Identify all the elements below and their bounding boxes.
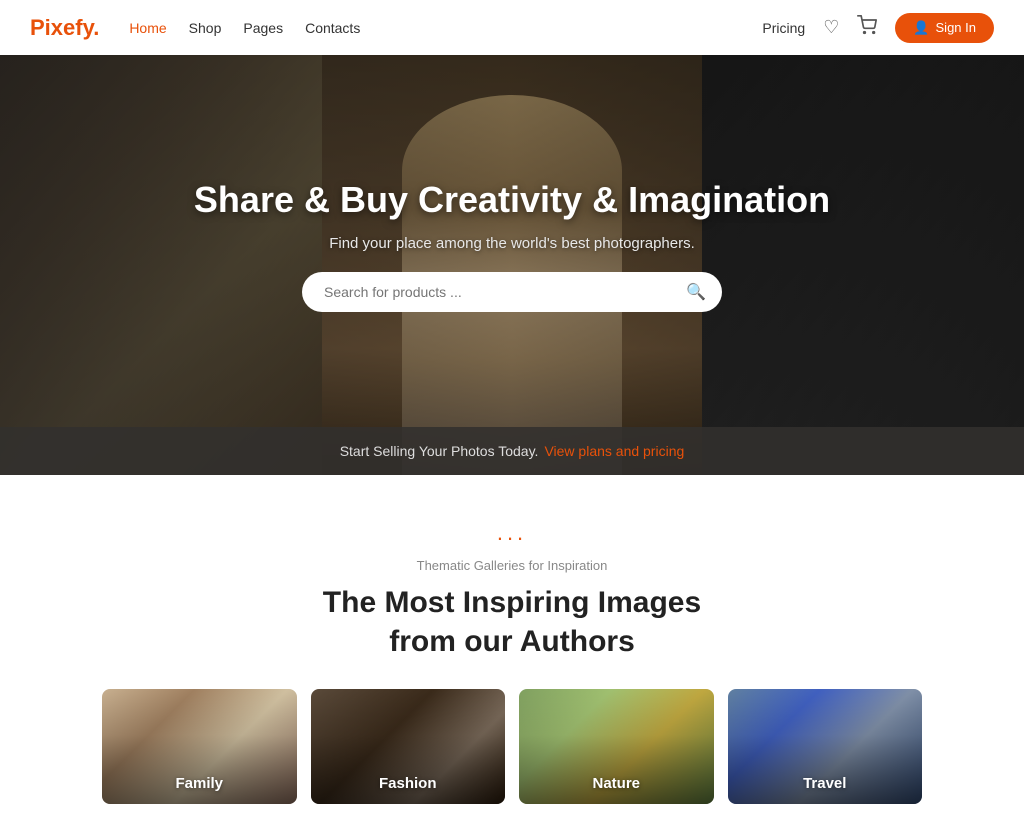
logo-dot: . bbox=[93, 15, 99, 40]
search-input[interactable] bbox=[324, 284, 686, 300]
logo-text: Pixefy bbox=[30, 15, 93, 40]
navbar: Pixefy. Home Shop Pages Contacts Pricing… bbox=[0, 0, 1024, 55]
gallery-card-label-family: Family bbox=[102, 775, 297, 792]
gallery-card-travel[interactable]: Travel bbox=[728, 689, 923, 804]
gallery-card-fashion[interactable]: Fashion bbox=[311, 689, 506, 804]
nav-shop[interactable]: Shop bbox=[189, 20, 222, 36]
gallery-subtitle: Thematic Galleries for Inspiration bbox=[417, 558, 608, 573]
navbar-left: Pixefy. Home Shop Pages Contacts bbox=[30, 15, 360, 41]
gallery-dots: ... bbox=[497, 520, 527, 546]
gallery-title: The Most Inspiring Imagesfrom our Author… bbox=[323, 583, 701, 661]
cart-icon[interactable] bbox=[857, 15, 877, 40]
pricing-link[interactable]: Pricing bbox=[762, 20, 805, 36]
signin-label: Sign In bbox=[936, 20, 976, 35]
logo[interactable]: Pixefy. bbox=[30, 15, 99, 41]
signin-button[interactable]: 👤 Sign In bbox=[895, 13, 994, 43]
gallery-card-label-travel: Travel bbox=[728, 775, 923, 792]
gallery-card-label-fashion: Fashion bbox=[311, 775, 506, 792]
gallery-card-nature[interactable]: Nature bbox=[519, 689, 714, 804]
hero-title: Share & Buy Creativity & Imagination bbox=[194, 179, 830, 221]
hero-content: Share & Buy Creativity & Imagination Fin… bbox=[0, 55, 1024, 475]
hero-subtitle: Find your place among the world's best p… bbox=[329, 235, 695, 252]
gallery-section: ... Thematic Galleries for Inspiration T… bbox=[0, 475, 1024, 834]
hero-section: Share & Buy Creativity & Imagination Fin… bbox=[0, 55, 1024, 475]
user-icon: 👤 bbox=[913, 20, 929, 36]
gallery-card-family[interactable]: Family bbox=[102, 689, 297, 804]
nav-links: Home Shop Pages Contacts bbox=[129, 20, 360, 36]
hero-bottom-link[interactable]: View plans and pricing bbox=[544, 443, 684, 459]
nav-contacts[interactable]: Contacts bbox=[305, 20, 360, 36]
search-icon: 🔍 bbox=[686, 282, 706, 302]
hero-bottom-text: Start Selling Your Photos Today. bbox=[340, 443, 539, 459]
gallery-card-label-nature: Nature bbox=[519, 775, 714, 792]
wishlist-icon[interactable]: ♡ bbox=[823, 17, 839, 38]
gallery-grid: Family Fashion Nature Travel bbox=[102, 689, 922, 804]
nav-home[interactable]: Home bbox=[129, 20, 166, 36]
hero-bottom-bar: Start Selling Your Photos Today. View pl… bbox=[0, 427, 1024, 475]
search-bar[interactable]: 🔍 bbox=[302, 272, 722, 312]
navbar-right: Pricing ♡ 👤 Sign In bbox=[762, 13, 994, 43]
nav-pages[interactable]: Pages bbox=[243, 20, 283, 36]
